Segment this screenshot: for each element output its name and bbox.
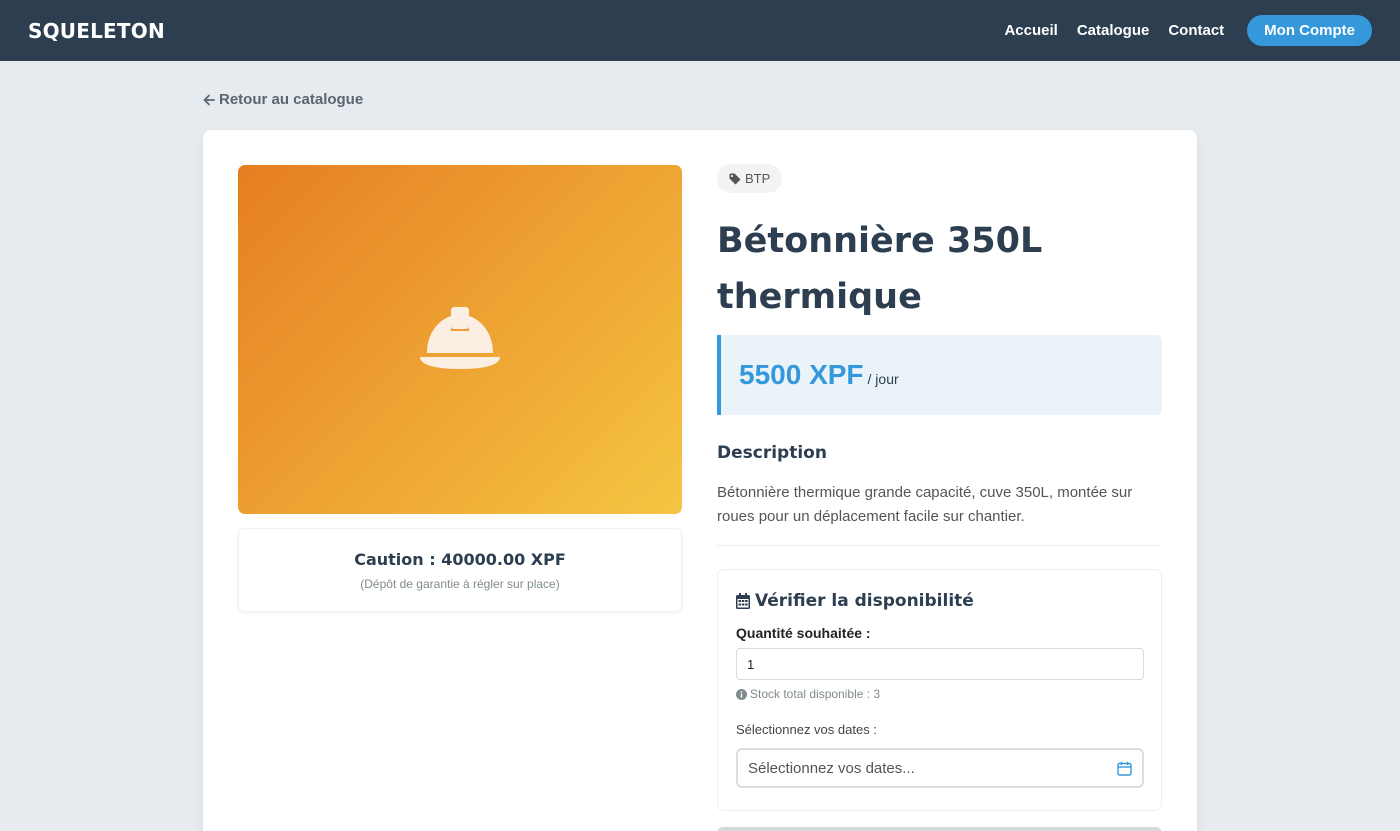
back-link-label: Retour au catalogue <box>219 91 364 108</box>
product-image <box>238 165 682 514</box>
category-label: BTP <box>745 171 771 186</box>
product-card: Caution : 40000.00 XPF (Dépôt de garanti… <box>203 130 1197 831</box>
stock-note: Stock total disponible : 3 <box>736 687 1143 701</box>
quantity-input[interactable] <box>736 648 1144 680</box>
arrow-left-icon <box>203 94 215 105</box>
description-heading: Description <box>717 443 827 463</box>
account-button[interactable]: Mon Compte <box>1247 15 1372 46</box>
category-badge: BTP <box>717 164 783 193</box>
navbar: SQUELETON Accueil Catalogue Contact Mon … <box>0 0 1400 61</box>
date-range-picker[interactable]: Sélectionnez vos dates... <box>736 748 1144 788</box>
stock-note-text: Stock total disponible : 3 <box>750 687 881 701</box>
nav-link-accueil[interactable]: Accueil <box>1004 22 1057 39</box>
nav-link-catalogue[interactable]: Catalogue <box>1077 22 1150 39</box>
hard-hat-icon <box>420 306 500 369</box>
back-to-catalogue-link[interactable]: Retour au catalogue <box>203 91 363 108</box>
availability-heading-text: Vérifier la disponibilité <box>755 591 974 611</box>
product-details: BTP Bétonnière 350L thermique 5500 XPF /… <box>717 164 1162 546</box>
calendar-icon <box>736 593 750 609</box>
availability-heading: Vérifier la disponibilité <box>736 591 1143 611</box>
deposit-box: Caution : 40000.00 XPF (Dépôt de garanti… <box>238 528 682 612</box>
nav-link-contact[interactable]: Contact <box>1168 22 1224 39</box>
description-text: Bétonnière thermique grande capacité, cu… <box>717 484 1133 525</box>
availability-box: Vérifier la disponibilité Quantité souha… <box>717 569 1162 811</box>
price-box: 5500 XPF / jour <box>717 335 1162 415</box>
tag-icon <box>729 173 741 184</box>
calendar-picker-icon[interactable] <box>1117 761 1132 776</box>
brand-logo[interactable]: SQUELETON <box>28 19 165 43</box>
deposit-note: (Dépôt de garantie à régler sur place) <box>360 577 560 591</box>
dates-label: Sélectionnez vos dates : <box>736 722 877 737</box>
next-section-edge <box>717 827 1162 831</box>
quantity-label: Quantité souhaitée : <box>736 625 871 641</box>
price-unit: / jour <box>867 371 899 387</box>
info-icon <box>736 688 747 700</box>
date-range-placeholder: Sélectionnez vos dates... <box>748 759 915 777</box>
divider <box>717 545 1160 546</box>
deposit-amount: Caution : 40000.00 XPF <box>354 550 566 569</box>
price-amount: 5500 XPF <box>739 359 864 390</box>
product-title: Bétonnière 350L thermique <box>717 213 1162 325</box>
product-title-line-1: Bétonnière 350L <box>717 221 1043 261</box>
product-title-line-2: thermique <box>717 277 922 317</box>
nav-links: Accueil Catalogue Contact Mon Compte <box>985 15 1372 46</box>
